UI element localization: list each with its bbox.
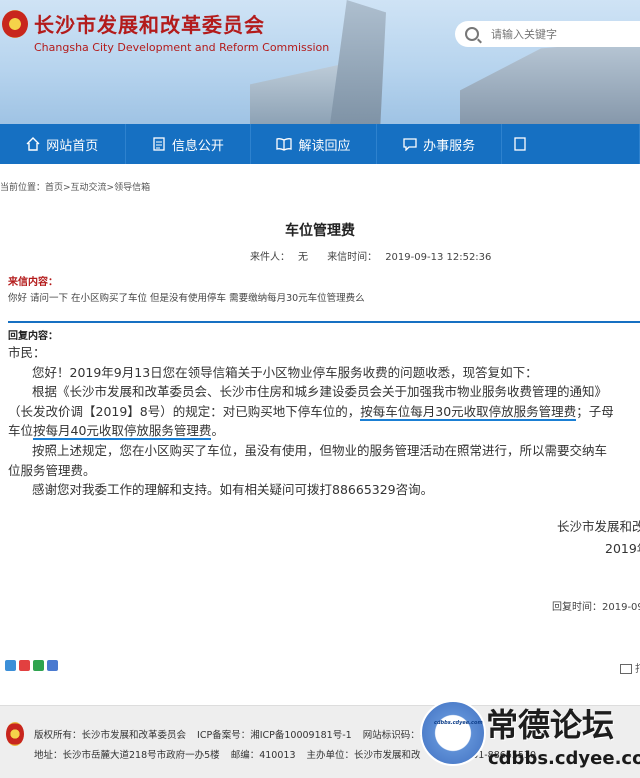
reply-text: 。 (211, 423, 224, 439)
weibo-share-icon[interactable] (19, 660, 30, 671)
nav-item-label: 解读回应 (298, 138, 351, 154)
reply-time: 回复时间：2019-09 (552, 602, 640, 613)
more-share-icon[interactable] (47, 660, 58, 671)
watermark-title: 常德论坛 (486, 706, 615, 744)
nav-item-label: 网站首页 (46, 138, 99, 154)
nav-item-label: 信息公开 (171, 138, 224, 154)
nav-item-info[interactable]: 信息公开 (126, 124, 252, 164)
reply-paragraph: 车位按每月40元收取停放服务管理费。 (8, 421, 640, 441)
reply-paragraph: 按照上述规定，您在小区购买了车位，虽没有使用，但物业的服务管理活动在照常进行，所… (32, 442, 608, 458)
signature: 长沙市发展和改 (557, 519, 640, 534)
reply-label: 回复内容： (8, 331, 58, 342)
footer-sponsor: 主办单位：长沙市发展和改 (306, 750, 421, 761)
qzone-share-icon[interactable] (5, 660, 16, 671)
breadcrumb[interactable]: 当前位置：首页>互动交流>领导信箱 (0, 180, 150, 193)
print-button[interactable]: 打 (620, 660, 640, 675)
footer-copyright: 版权所有：长沙市发展和改革委员会 (34, 730, 187, 741)
building-graphic (460, 40, 640, 124)
signature-date: 2019年 (605, 541, 640, 556)
home-icon (26, 137, 40, 151)
footer-postcode: 邮编：410013 (230, 750, 296, 761)
page-icon (514, 137, 527, 151)
footer-line: 版权所有：长沙市发展和改革委员会 ICP备案号：湘ICP备10009181号-1… (34, 727, 446, 741)
sender-value: 无 (298, 252, 308, 263)
reply-paragraph: 位服务管理费。 (8, 462, 96, 478)
highlighted-fee-text: 按每月40元收取停放服务管理费 (33, 423, 212, 441)
nav-item-interpretation[interactable]: 解读回应 (251, 124, 377, 164)
question-label: 来信内容： (8, 277, 58, 288)
nav-item-more[interactable] (502, 124, 640, 164)
site-header: 长沙市发展和改革委员会 Changsha City Development an… (0, 0, 640, 124)
reply-paragraph: 根据《长沙市发展和改革委员会、长沙市住房和城乡建设委员会关于加强我市物业服务收费… (32, 384, 608, 400)
main-nav: 网站首页 信息公开 解读回应 办事服务 (0, 124, 640, 164)
sender-label: 来件人： (250, 252, 290, 263)
forum-logo-icon (420, 700, 486, 766)
salutation: 市民： (8, 345, 46, 360)
nav-item-label: 办事服务 (423, 138, 476, 154)
forum-logo-text: cdbbs.cdyee.com (434, 720, 483, 726)
highlighted-fee-text: 按每车位每月30元收取停放服务管理费 (360, 403, 577, 421)
print-label: 打 (635, 664, 640, 675)
org-name-cn[interactable]: 长沙市发展和改革委员会 (34, 9, 265, 38)
reply-paragraph: 您好！2019年9月13日您在领导信箱关于小区物业停车服务收费的问题收悉，现答复… (32, 364, 538, 380)
footer-icp[interactable]: ICP备案号：湘ICP备10009181号-1 (197, 730, 352, 741)
org-name-en: Changsha City Development and Reform Com… (34, 41, 330, 54)
chat-icon (403, 138, 417, 151)
document-icon (153, 137, 165, 151)
national-emblem-icon (6, 722, 24, 746)
national-emblem-icon (2, 10, 28, 38)
divider (8, 321, 640, 323)
share-bar (5, 660, 58, 671)
letter-meta: 来件人： 无 来信时间： 2019-09-13 12:52:36 (250, 248, 507, 263)
nav-item-home[interactable]: 网站首页 (0, 124, 126, 164)
print-icon (620, 664, 632, 674)
reply-text: ；子母 (576, 403, 614, 419)
reply-body: 市民： 您好！2019年9月13日您在领导信箱关于小区物业停车服务收费的问题收悉… (8, 343, 640, 500)
watermark-url: cdbbs.cdyee.com (488, 748, 640, 769)
page-title: 车位管理费 (285, 223, 355, 239)
reply-text: 车位 (8, 423, 34, 439)
reply-paragraph: （长发改价调【2019】8号）的规定：对已购买地下停车位的，按每车位每月30元收… (8, 402, 640, 422)
search-input[interactable] (489, 26, 640, 42)
question-text: 你好 请问一下 在小区购买了车位 但是没有使用停车 需要缴纳每月30元车位管理费… (8, 293, 365, 304)
time-label: 来信时间： (327, 252, 378, 263)
reply-text: （长发改价调【2019】8号）的规定：对已购买地下停车位的， (8, 403, 361, 419)
time-value: 2019-09-13 12:52:36 (385, 252, 492, 263)
wechat-share-icon[interactable] (33, 660, 44, 671)
nav-item-services[interactable]: 办事服务 (377, 124, 503, 164)
reply-paragraph: 感谢您对我委工作的理解和支持。如有相关疑问可拨打88665329咨询。 (32, 482, 434, 498)
book-icon (276, 138, 293, 151)
search-icon[interactable] (465, 27, 479, 41)
footer-address: 地址：长沙市岳麓大道218号市政府一办5楼 (34, 750, 220, 761)
search-box[interactable] (455, 21, 640, 47)
tower-graphic (330, 0, 386, 124)
